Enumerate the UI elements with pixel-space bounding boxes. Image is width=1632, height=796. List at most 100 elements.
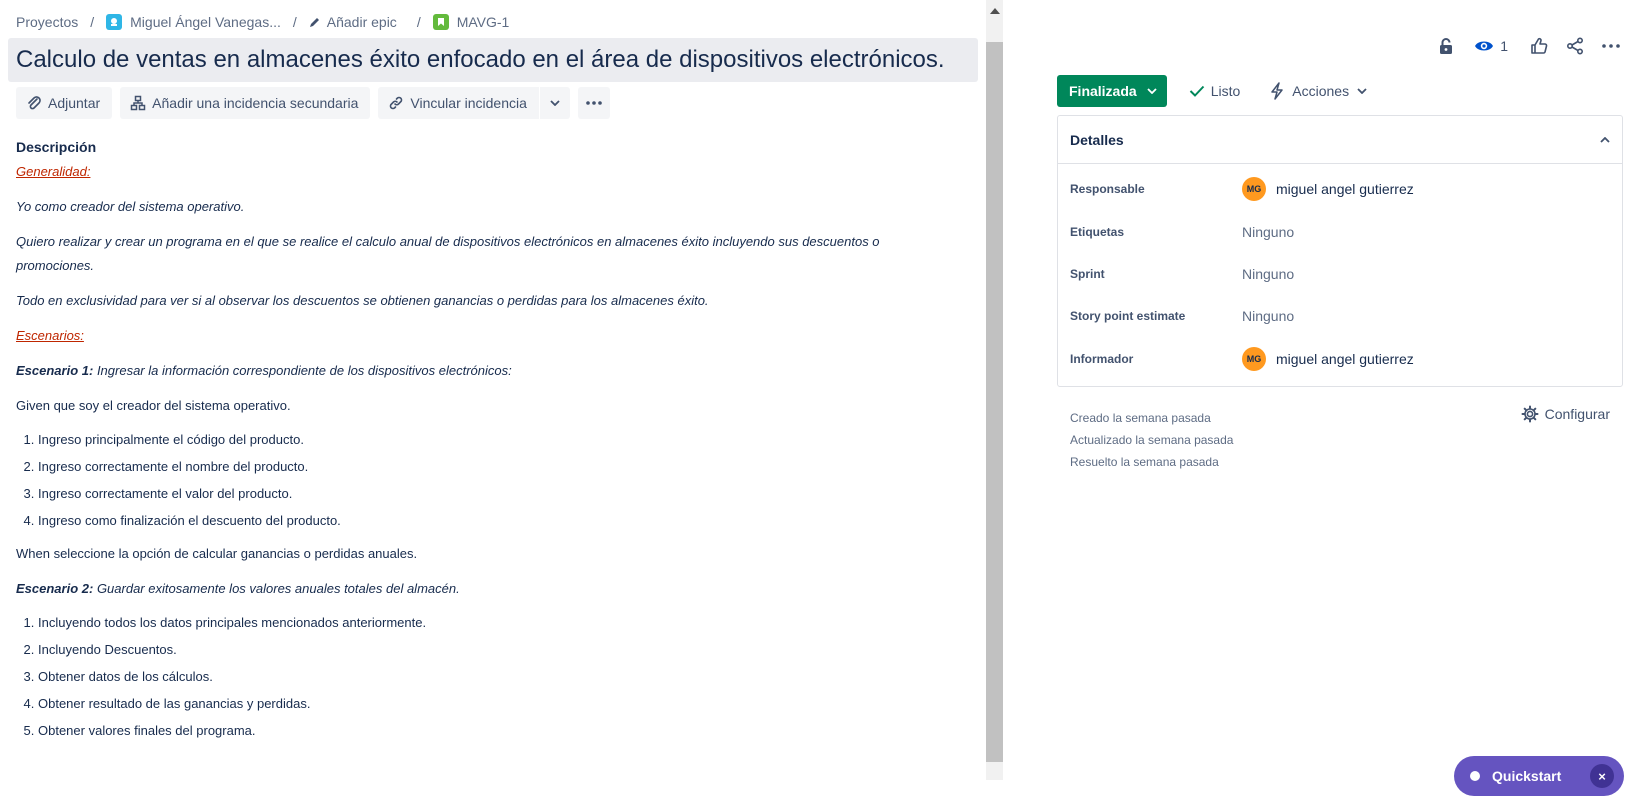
- list-item: Obtener resultado de las ganancias y per…: [38, 690, 936, 717]
- link-issue-label: Vincular incidencia: [410, 95, 527, 111]
- detail-label: Sprint: [1070, 267, 1105, 281]
- add-child-issue-button[interactable]: Añadir una incidencia secundaria: [120, 87, 371, 119]
- chevron-down-icon: [550, 100, 560, 106]
- story-points-field[interactable]: Ninguno: [1242, 308, 1294, 324]
- close-icon[interactable]: ×: [1590, 764, 1614, 788]
- story-icon: [432, 14, 449, 30]
- scroll-up-arrow-icon[interactable]: [990, 8, 1000, 14]
- chevron-up-icon[interactable]: [1600, 136, 1610, 143]
- created-date: Creado la semana pasada: [1070, 411, 1211, 425]
- section-escenarios: Escenarios:: [16, 328, 84, 343]
- breadcrumb-add-epic[interactable]: Añadir epic: [309, 14, 397, 30]
- list-item: Incluyendo Descuentos.: [38, 636, 936, 663]
- description-content[interactable]: Generalidad: Yo como creador del sistema…: [16, 160, 936, 744]
- list-item: Ingreso correctamente el valor del produ…: [38, 480, 936, 507]
- lightning-icon: [1270, 82, 1284, 100]
- scenario-1-text: Ingresar la información correspondiente …: [93, 363, 512, 378]
- scenario-2-text: Guardar exitosamente los valores anuales…: [93, 581, 460, 596]
- project-avatar-icon: [106, 14, 123, 30]
- watch-button[interactable]: 1: [1474, 32, 1508, 60]
- reporter-name: miguel angel gutierrez: [1276, 351, 1414, 367]
- scrollbar-thumb[interactable]: [986, 42, 1003, 762]
- restrict-button[interactable]: [1438, 32, 1454, 60]
- detail-row-assignee: Responsable MG miguel angel gutierrez: [1070, 177, 1414, 201]
- main-scrollbar[interactable]: [986, 0, 1003, 780]
- lock-icon: [1438, 37, 1454, 55]
- list-item: Incluyendo todos los datos principales m…: [38, 609, 936, 636]
- watch-count: 1: [1500, 38, 1508, 54]
- breadcrumb-separator: /: [90, 14, 95, 30]
- actions-label: Acciones: [1292, 83, 1350, 99]
- share-button[interactable]: [1566, 32, 1584, 60]
- breadcrumb: Proyectos / Miguel Ángel Vanegas... / Añ…: [16, 12, 509, 32]
- sprint-field[interactable]: Ninguno: [1242, 266, 1294, 282]
- attach-button[interactable]: Adjuntar: [16, 87, 113, 119]
- more-horizontal-icon: [1602, 44, 1620, 48]
- detail-row-labels: Etiquetas Ninguno: [1070, 220, 1294, 244]
- details-panel: Detalles Responsable MG miguel angel gut…: [1057, 115, 1623, 387]
- issue-sidebar: 1 Finalizada Listo Acciones Detalles Res…: [1003, 0, 1632, 780]
- link-issue-dropdown[interactable]: [540, 87, 570, 119]
- add-child-issue-label: Añadir una incidencia secundaria: [152, 95, 359, 111]
- scenario-1-list: Ingreso principalmente el código del pro…: [16, 426, 936, 534]
- detail-label: Informador: [1070, 352, 1134, 366]
- status-dropdown-button[interactable]: Finalizada: [1057, 75, 1167, 107]
- details-header[interactable]: Detalles: [1058, 116, 1622, 164]
- issue-meta: Creado la semana pasada Actualizado la s…: [1070, 407, 1233, 473]
- list-item: Ingreso principalmente el código del pro…: [38, 426, 936, 453]
- breadcrumb-add-epic-label: Añadir epic: [326, 14, 397, 30]
- link-icon: [388, 95, 404, 111]
- done-label: Listo: [1210, 83, 1241, 99]
- more-options-button[interactable]: [1602, 32, 1620, 60]
- issue-title-field[interactable]: Calculo de ventas en almacenes éxito enf…: [8, 38, 978, 82]
- pencil-icon: [309, 16, 321, 28]
- avatar: MG: [1242, 347, 1266, 371]
- detail-row-sprint: Sprint Ninguno: [1070, 262, 1294, 286]
- breadcrumb-separator: /: [292, 14, 297, 30]
- assignee-field[interactable]: MG miguel angel gutierrez: [1242, 177, 1414, 201]
- list-item: Ingreso correctamente el nombre del prod…: [38, 453, 936, 480]
- breadcrumb-projects[interactable]: Proyectos: [16, 14, 78, 30]
- quickstart-label: Quickstart: [1492, 768, 1562, 784]
- issue-title: Calculo de ventas en almacenes éxito enf…: [16, 46, 945, 73]
- resolved-date: Resuelto la semana pasada: [1070, 455, 1219, 469]
- section-generalidad: Generalidad:: [16, 164, 91, 179]
- configure-button[interactable]: Configurar: [1521, 405, 1610, 423]
- eye-icon: [1474, 39, 1494, 53]
- breadcrumb-project[interactable]: Miguel Ángel Vanegas...: [106, 14, 281, 30]
- breadcrumb-issue-key[interactable]: MAVG-1: [432, 14, 510, 30]
- given-statement: Given que soy el creador del sistema ope…: [16, 398, 291, 413]
- scenario-1: Escenario 1: Ingresar la información cor…: [16, 359, 936, 383]
- check-icon: [1189, 85, 1205, 97]
- chevron-down-icon: [1357, 88, 1367, 94]
- labels-field[interactable]: Ninguno: [1242, 224, 1294, 240]
- detail-label: Story point estimate: [1070, 309, 1186, 323]
- issue-top-actions: 1: [1424, 32, 1620, 60]
- scenario-2: Escenario 2: Guardar exitosamente los va…: [16, 577, 936, 601]
- detail-row-story-points: Story point estimate Ninguno: [1070, 304, 1294, 328]
- detail-label: Etiquetas: [1070, 225, 1125, 239]
- updated-date: Actualizado la semana pasada: [1070, 433, 1234, 447]
- breadcrumb-project-label: Miguel Ángel Vanegas...: [130, 14, 281, 30]
- avatar: MG: [1242, 177, 1266, 201]
- resolution-done: Listo: [1189, 83, 1241, 99]
- scenario-2-label: Escenario 2:: [16, 581, 94, 596]
- configure-label: Configurar: [1544, 406, 1610, 422]
- status-label: Finalizada: [1069, 83, 1137, 99]
- quickstart-button[interactable]: Quickstart ×: [1454, 756, 1624, 796]
- share-icon: [1566, 37, 1584, 55]
- scenario-2-list: Incluyendo todos los datos principales m…: [16, 609, 936, 744]
- breadcrumb-issue-key-label: MAVG-1: [456, 14, 510, 30]
- list-item: Obtener datos de los cálculos.: [38, 663, 936, 690]
- details-title: Detalles: [1070, 131, 1124, 148]
- chevron-down-icon: [1147, 88, 1157, 94]
- list-item: Obtener valores finales del programa.: [38, 717, 936, 744]
- actions-dropdown-button[interactable]: Acciones: [1270, 82, 1367, 100]
- more-actions-button[interactable]: [577, 87, 610, 119]
- breadcrumb-separator: /: [416, 14, 421, 30]
- list-item: Ingreso como finalización el descuento d…: [38, 507, 936, 534]
- vote-button[interactable]: [1530, 32, 1548, 60]
- link-issue-button[interactable]: Vincular incidencia: [378, 87, 538, 119]
- reporter-field[interactable]: MG miguel angel gutierrez: [1242, 347, 1414, 371]
- attach-label: Adjuntar: [48, 95, 101, 111]
